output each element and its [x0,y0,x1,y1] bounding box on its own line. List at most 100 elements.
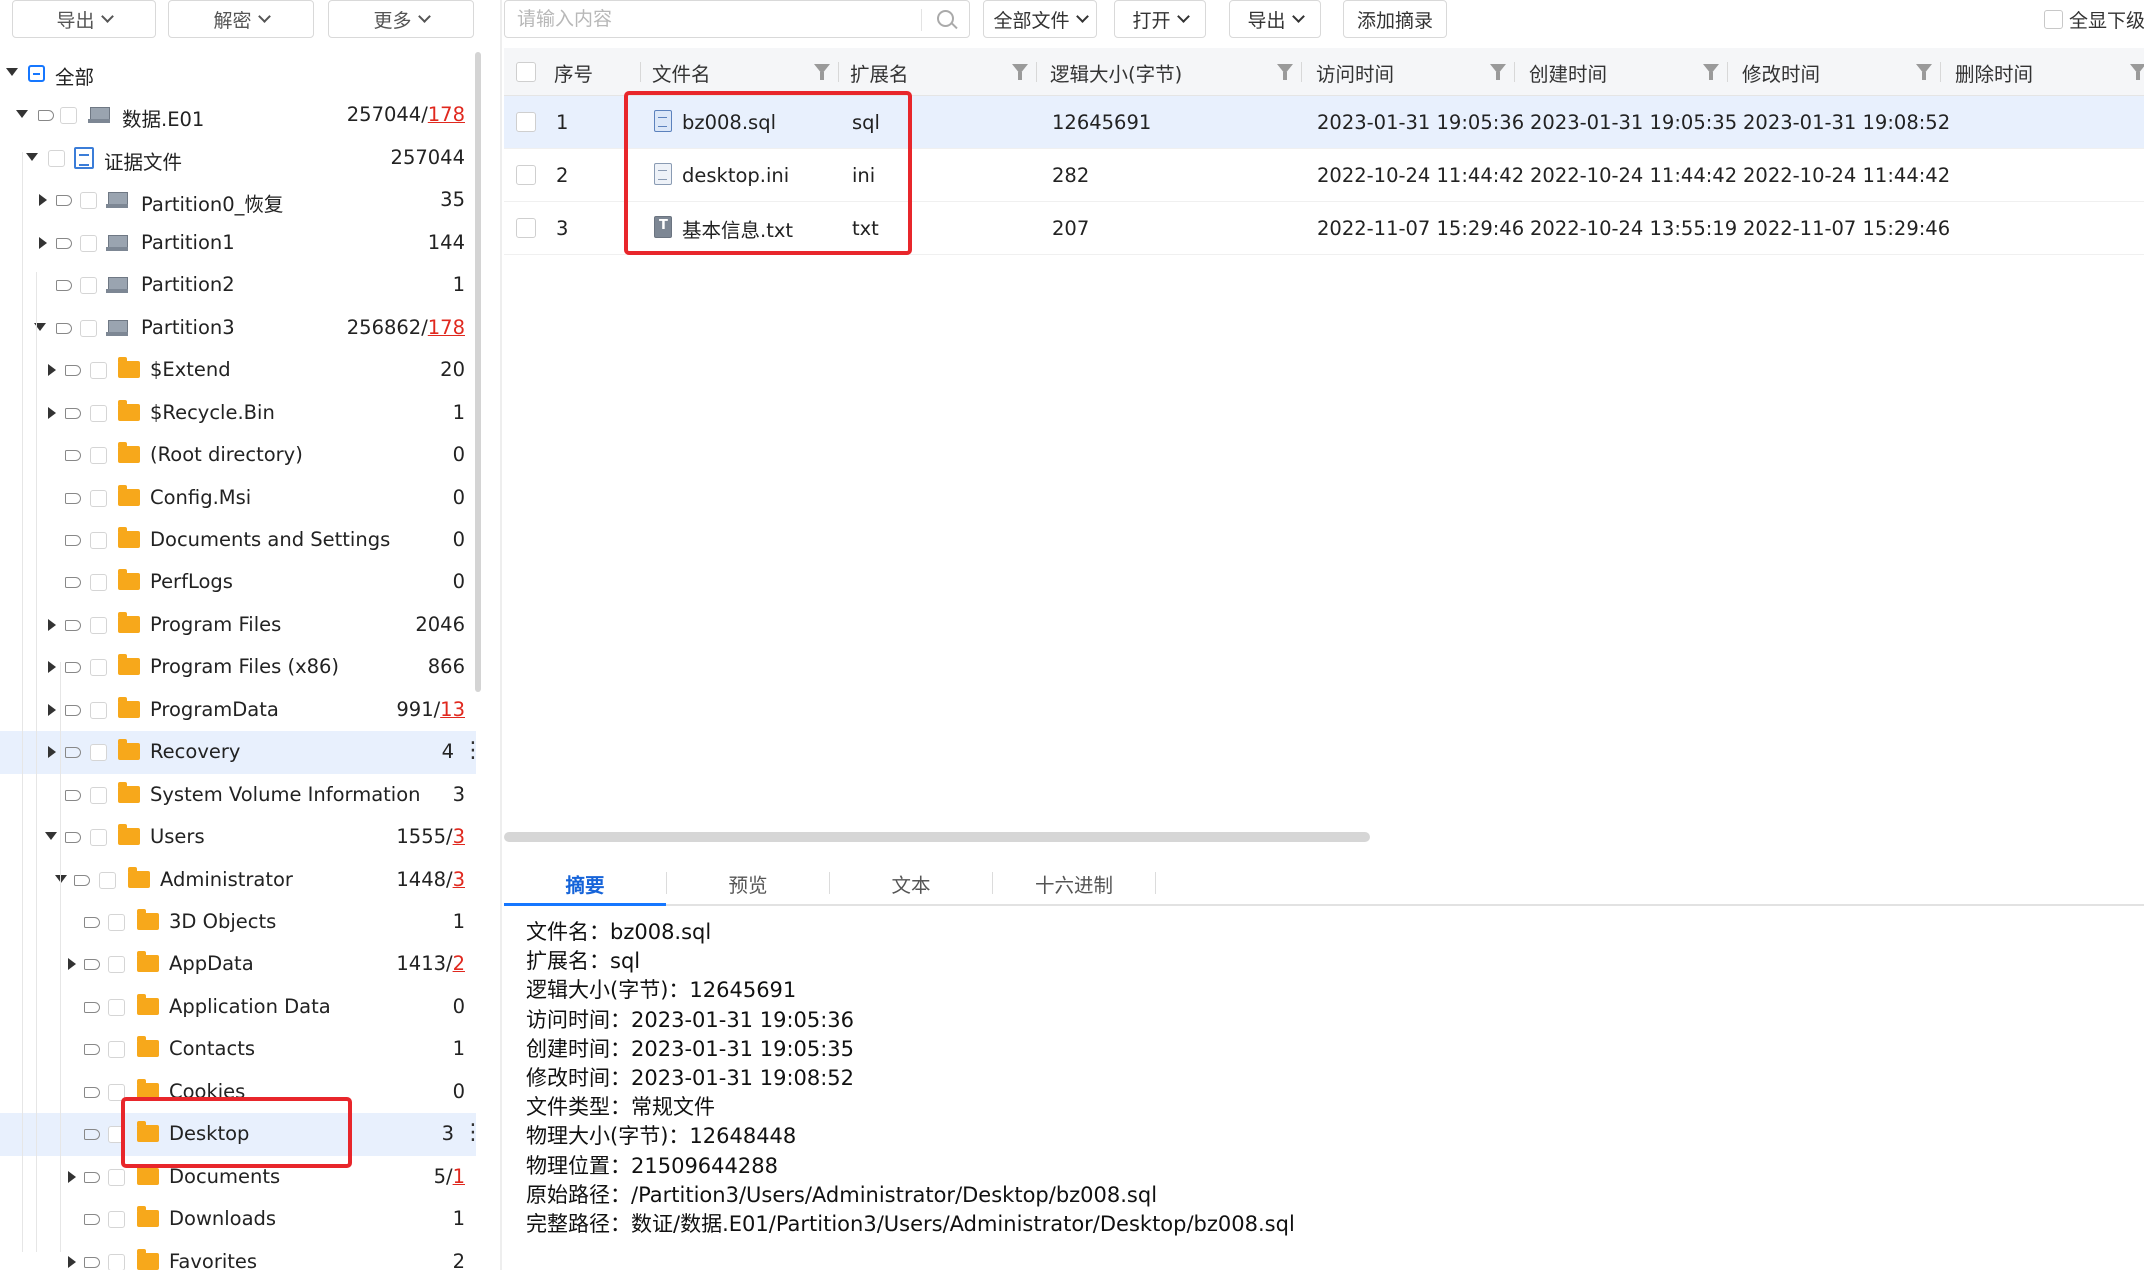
filter-icon[interactable] [1490,64,1506,80]
col-separator[interactable] [1940,62,1941,82]
tag-icon[interactable] [56,195,72,207]
all-files-select[interactable]: 全部文件 [983,0,1097,38]
col-size[interactable]: 逻辑大小(字节) [1050,48,1182,96]
tree-node-checkbox[interactable] [90,701,107,719]
col-accessed[interactable]: 访问时间 [1316,48,1394,96]
col-separator[interactable] [838,62,839,82]
col-deleted[interactable]: 删除时间 [1955,48,2033,96]
show-sub-toggle[interactable]: 全显下级 [2044,6,2144,33]
filter-icon[interactable] [2130,64,2144,80]
tag-icon[interactable] [65,789,81,801]
tree-node[interactable]: Documents 5/1 [0,1156,476,1199]
tree-node-checkbox[interactable] [108,956,125,974]
tag-icon[interactable] [84,917,100,928]
caret-right-icon[interactable] [68,958,76,971]
col-separator[interactable] [1036,62,1037,82]
row-checkbox[interactable] [516,218,536,238]
row-checkbox[interactable] [516,112,536,132]
tree-node-checkbox[interactable] [108,1253,125,1270]
tree-node-checkbox[interactable] [108,1126,125,1144]
tree-node[interactable]: Partition0_恢复 35 [0,179,476,222]
tree-node[interactable]: 全部 [0,52,476,95]
tag-icon[interactable] [65,662,81,674]
tree-node-checkbox[interactable] [90,531,107,549]
caret-right-icon[interactable] [48,746,56,759]
col-separator[interactable] [1514,62,1515,82]
more-vertical-icon[interactable] [462,1120,480,1145]
caret-right-icon[interactable] [48,364,56,377]
add-digest-button[interactable]: 添加摘录 [1343,0,1447,38]
tree-node[interactable]: Partition2 1 [0,264,476,307]
tree-node[interactable]: AppData 1413/2 [0,943,476,986]
caret-right-icon[interactable] [68,1255,76,1268]
tag-icon[interactable] [56,322,72,334]
tree-node-checkbox[interactable] [108,1211,125,1229]
tree-node[interactable]: 数据.E01 257044/178 [0,94,476,137]
col-separator[interactable] [1727,62,1728,82]
tree-node[interactable]: Documents and Settings 0 [0,519,476,562]
table-row[interactable]: 3基本信息.txttxt2072022-11-07 15:29:462022-1… [504,202,2144,255]
caret-down-icon[interactable] [26,152,38,161]
tree-node-checkbox[interactable] [90,362,107,380]
tree-node[interactable]: Desktop 3 [0,1113,480,1157]
tag-icon[interactable] [84,959,100,971]
col-created[interactable]: 创建时间 [1529,48,1607,96]
tree-node[interactable]: Users 1555/3 [0,816,476,859]
search-icon[interactable] [937,10,954,27]
show-sub-checkbox[interactable] [2044,10,2063,29]
tag-icon[interactable] [74,874,90,886]
tree-node[interactable]: Application Data 0 [0,986,476,1029]
row-checkbox[interactable] [516,165,536,185]
col-separator[interactable] [640,62,641,82]
tree-node-checkbox[interactable] [108,1041,125,1059]
tag-icon[interactable] [38,110,54,122]
tree-node-checkbox[interactable] [80,234,97,252]
col-index[interactable]: 序号 [554,48,593,96]
tree-node-checkbox[interactable] [90,404,107,422]
deleted-count-link[interactable]: 1 [453,1165,465,1188]
deleted-count-link[interactable]: 3 [453,868,465,891]
caret-right-icon[interactable] [68,1170,76,1183]
open-button[interactable]: 打开 [1114,0,1206,38]
tree-node-checkbox[interactable] [99,871,116,889]
tree-node-checkbox[interactable] [108,914,125,931]
tree-node[interactable]: Program Files 2046 [0,604,476,647]
tab-preview[interactable]: 预览 [667,862,829,904]
evidence-tree[interactable]: 全部 数据.E01 257044/178 证据文件 257044 Partition0_恢… [0,52,480,1270]
tree-node-checkbox[interactable] [90,829,107,847]
tab-summary[interactable]: 摘要 [504,862,666,906]
tag-icon[interactable] [56,280,72,292]
tree-node[interactable]: PerfLogs 0 [0,561,476,604]
tree-node[interactable]: ProgramData 991/13 [0,689,476,732]
tab-text[interactable]: 文本 [830,862,992,904]
caret-down-icon[interactable] [6,68,18,76]
tree-node[interactable]: Favorites 2 [0,1241,476,1270]
tag-icon[interactable] [84,1256,100,1268]
col-name[interactable]: 文件名 [652,48,711,96]
export-menu-button[interactable]: 导出 [1229,0,1321,38]
tree-scrollbar[interactable] [475,52,481,692]
tree-node-checkbox[interactable] [108,998,125,1016]
tree-node[interactable]: 证据文件 257044 [0,137,476,180]
caret-down-icon[interactable] [45,832,57,841]
tag-icon[interactable] [65,407,81,419]
tree-node-checkbox[interactable] [90,447,107,465]
tree-node-checkbox[interactable] [108,1083,125,1101]
search-input[interactable] [517,5,917,33]
tag-icon[interactable] [84,1044,100,1056]
caret-right-icon[interactable] [48,661,56,674]
tree-node[interactable]: Partition1 144 [0,222,476,265]
tree-node[interactable]: 3D Objects 1 [0,901,476,944]
caret-right-icon[interactable] [39,236,47,249]
deleted-count-link[interactable]: 3 [453,825,465,848]
tag-icon[interactable] [65,704,81,716]
tree-node-checkbox[interactable] [80,319,97,337]
tree-node[interactable]: Downloads 1 [0,1198,476,1241]
tag-icon[interactable] [65,832,81,844]
tag-icon[interactable] [65,492,81,504]
tag-icon[interactable] [84,1001,100,1013]
tree-node[interactable]: Contacts 1 [0,1028,476,1071]
decrypt-button[interactable]: 解密 [168,0,314,38]
tree-node[interactable]: $Recycle.Bin 1 [0,392,476,435]
tag-icon[interactable] [65,577,81,589]
